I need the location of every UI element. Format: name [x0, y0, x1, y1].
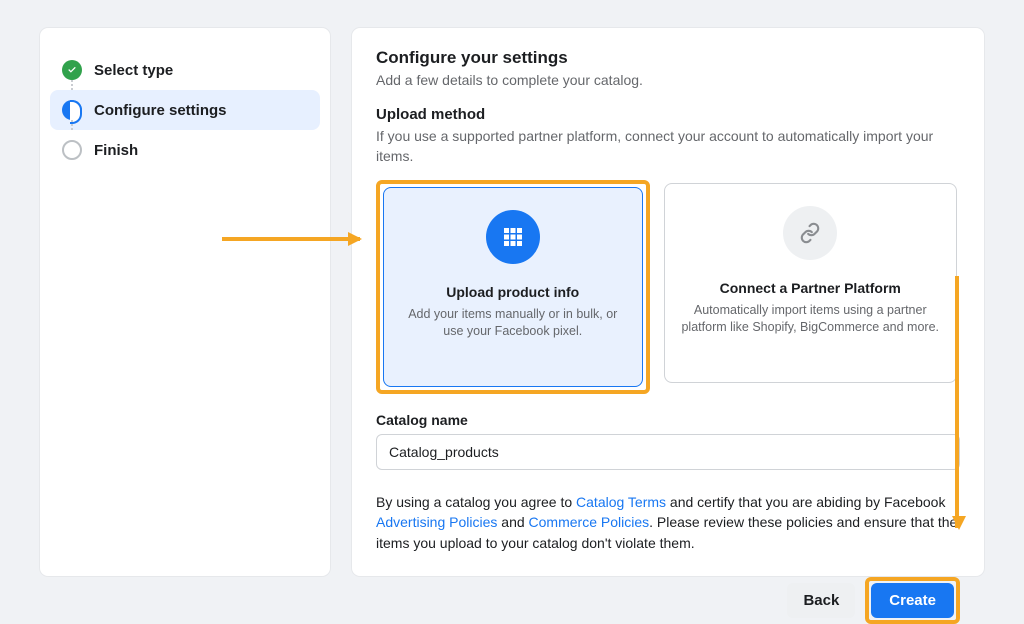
option-desc: Add your items manually or in bulk, or u… — [400, 306, 626, 340]
step-select-type[interactable]: Select type — [50, 50, 320, 90]
main-panel: Configure your settings Add a few detail… — [352, 28, 984, 576]
grid-icon — [486, 210, 540, 264]
catalog-name-input[interactable] — [376, 434, 960, 470]
step-label: Finish — [94, 142, 138, 159]
arrow-annotation-horizontal — [222, 237, 360, 241]
half-circle-icon — [62, 100, 82, 120]
option-title: Connect a Partner Platform — [720, 280, 901, 296]
link-advertising-policies[interactable]: Advertising Policies — [376, 514, 497, 530]
upload-options: Upload product info Add your items manua… — [376, 180, 960, 394]
catalog-name-label: Catalog name — [376, 412, 960, 428]
empty-circle-icon — [62, 140, 82, 160]
link-catalog-terms[interactable]: Catalog Terms — [576, 494, 666, 510]
page-subtitle: Add a few details to complete your catal… — [376, 72, 960, 88]
link-commerce-policies[interactable]: Commerce Policies — [529, 514, 650, 530]
upload-method-heading: Upload method — [376, 106, 960, 123]
step-configure-settings[interactable]: Configure settings — [50, 90, 320, 130]
option-desc: Automatically import items using a partn… — [681, 302, 941, 336]
arrow-annotation-vertical — [955, 276, 959, 528]
wizard-sidebar: Select type Configure settings Finish — [40, 28, 330, 576]
step-finish[interactable]: Finish — [50, 130, 320, 170]
legal-text: By using a catalog you agree to Catalog … — [376, 492, 960, 553]
link-icon — [783, 206, 837, 260]
footer-actions: Back Create — [376, 577, 960, 624]
page-title: Configure your settings — [376, 48, 960, 68]
option-title: Upload product info — [446, 284, 579, 300]
highlight-upload-option: Upload product info Add your items manua… — [376, 180, 650, 394]
highlight-create-button: Create — [865, 577, 960, 624]
upload-method-desc: If you use a supported partner platform,… — [376, 127, 960, 166]
step-label: Configure settings — [94, 102, 227, 119]
check-icon — [62, 60, 82, 80]
option-connect-partner[interactable]: Connect a Partner Platform Automatically… — [664, 183, 958, 383]
option-upload-product-info[interactable]: Upload product info Add your items manua… — [383, 187, 643, 387]
step-label: Select type — [94, 62, 173, 79]
